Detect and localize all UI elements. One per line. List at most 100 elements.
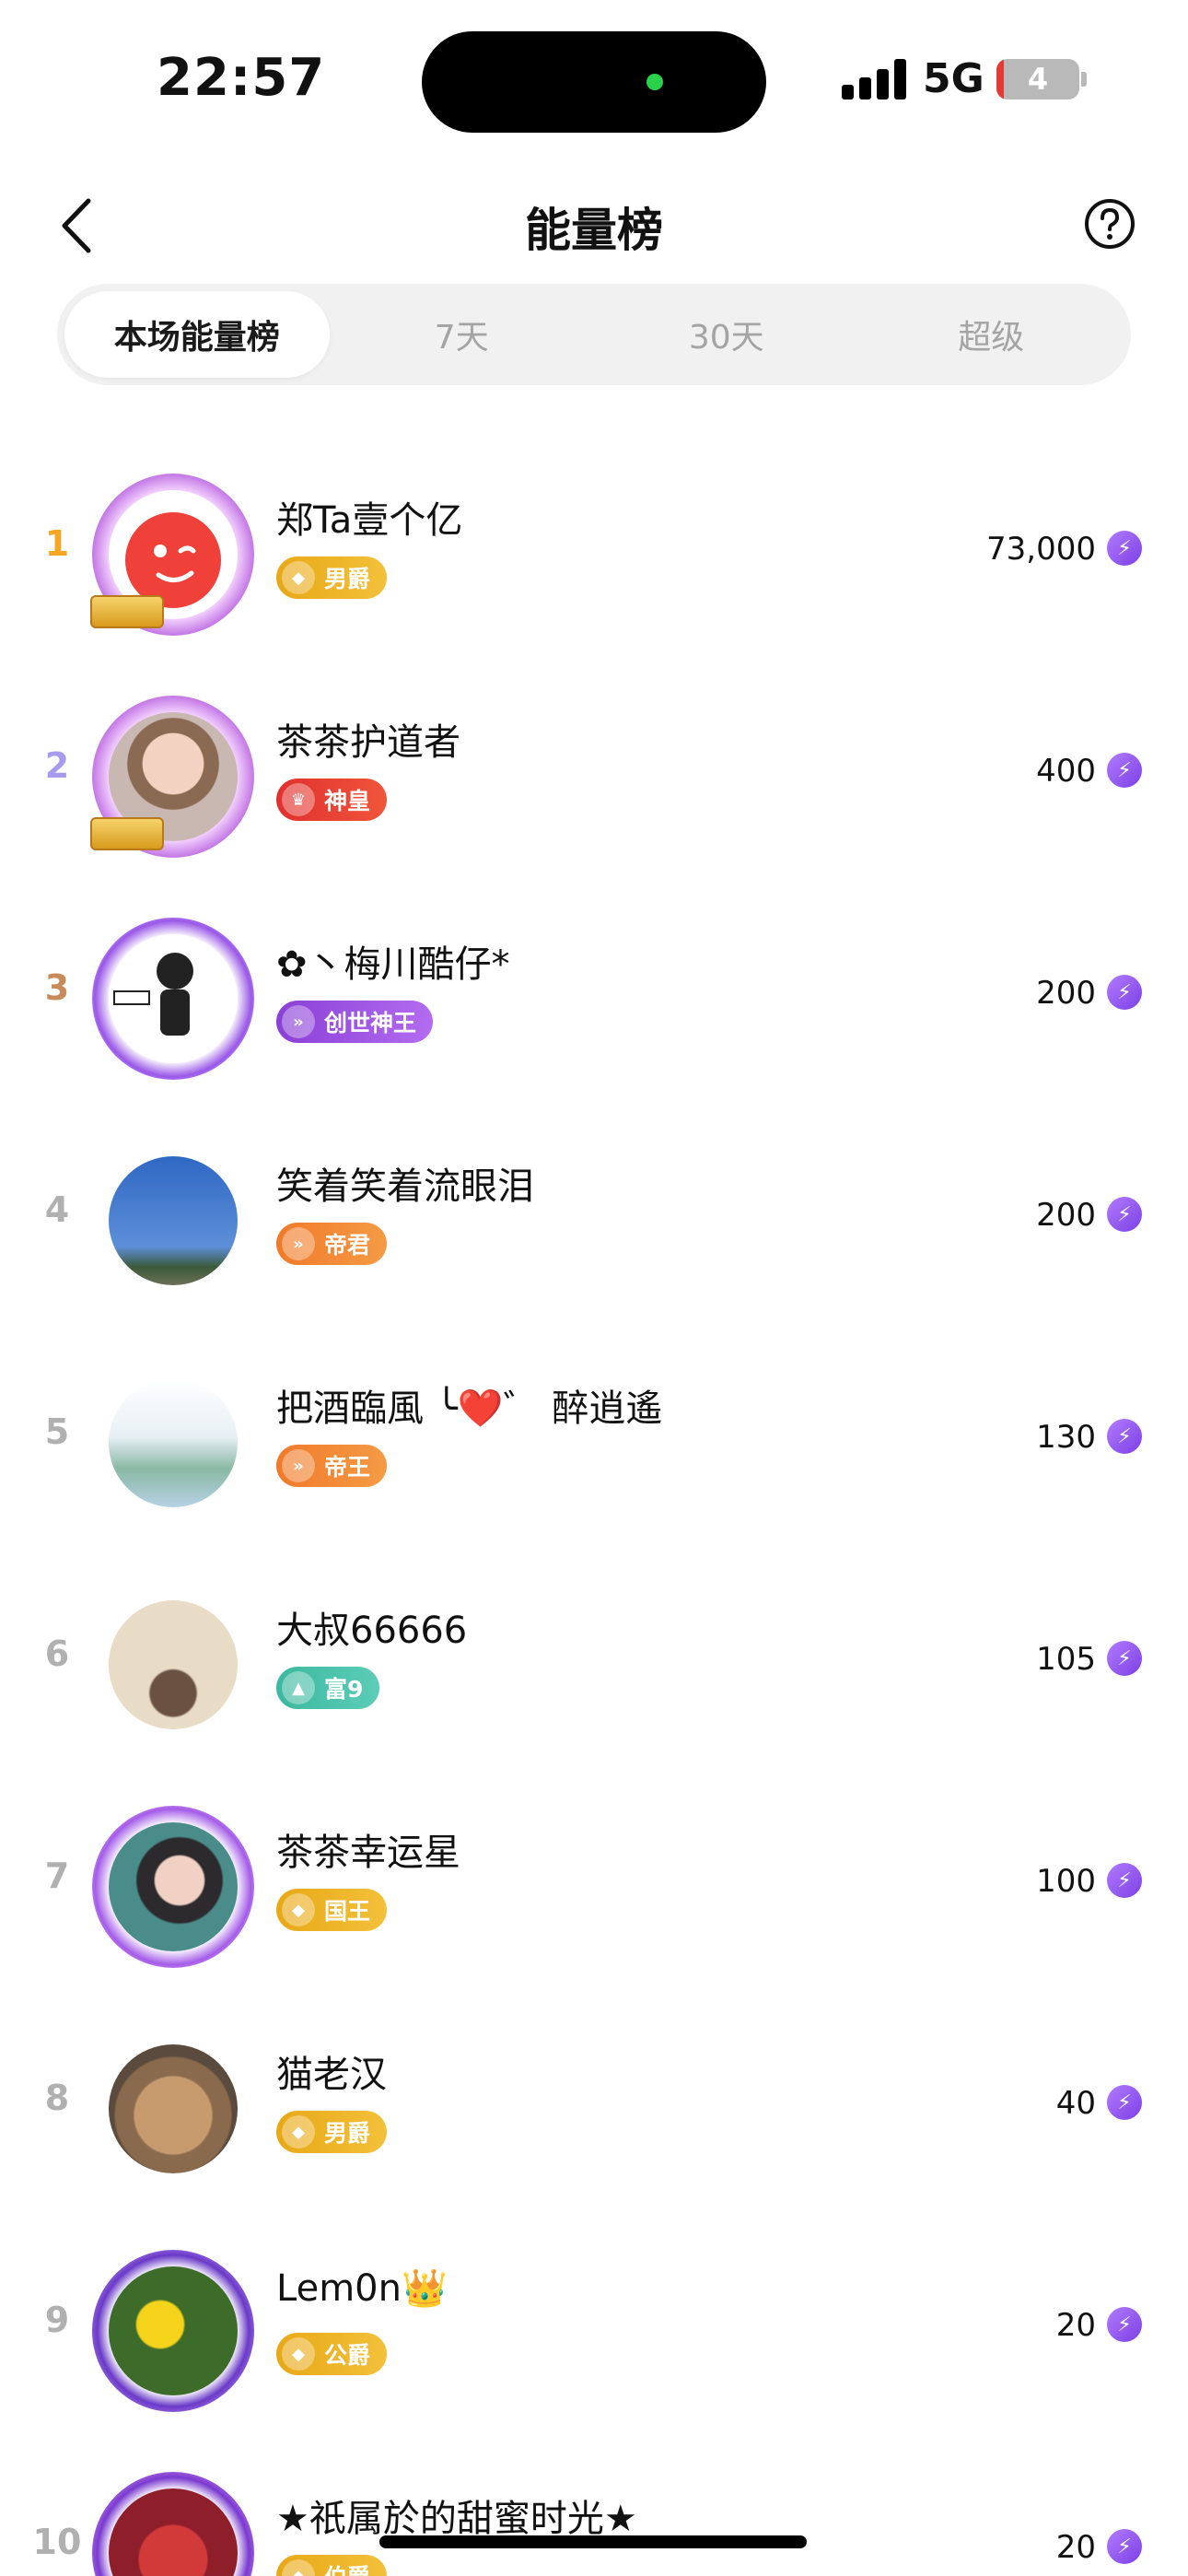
tab-super[interactable]: 超级	[859, 291, 1124, 378]
ranking-row[interactable]: 7 茶茶幸运星 ◆ 国王 100 ⚡	[0, 1774, 1188, 1996]
cat-avatar	[109, 2044, 238, 2173]
calligraphy-avatar	[109, 1378, 238, 1507]
battery-level: 4	[1027, 62, 1049, 97]
energy-score: 105	[1036, 1641, 1096, 1678]
ranking-row[interactable]: 5 把酒臨風 ╰❤️゛ 醉逍遙 » 帝王 130 ⚡	[0, 1330, 1188, 1552]
battery-tip	[1081, 72, 1087, 87]
battery-icon: 4	[996, 59, 1079, 100]
kuzai-cartoon-avatar	[109, 934, 238, 1063]
lightning-bolt-icon: ⚡	[1107, 1197, 1142, 1232]
avatar[interactable]	[92, 1806, 254, 1968]
diamond-icon: ◆	[282, 2115, 315, 2149]
level-badge: ◆ 男爵	[276, 2111, 388, 2153]
avatar[interactable]	[92, 2472, 254, 2576]
home-indicator[interactable]	[379, 2535, 807, 2548]
rank-number: 10	[32, 2522, 82, 2562]
energy-score: 73,000	[986, 531, 1096, 568]
energy-score: 130	[1036, 1419, 1096, 1456]
ranking-row[interactable]: 1 郑Ta壹个亿 ◆ 男爵 73,000 ⚡	[0, 442, 1188, 664]
ranking-row[interactable]: 2 茶茶护道者 ♛ 神皇 400 ⚡	[0, 664, 1188, 886]
rank-number: 4	[44, 1189, 70, 1230]
rank-number: 7	[44, 1856, 70, 1896]
tab-current-session[interactable]: 本场能量榜	[64, 291, 330, 378]
level-badge-label: 创世神王	[324, 1010, 417, 1036]
energy-score: 20	[1055, 2529, 1096, 2566]
level-badge: ♛ 神皇	[276, 779, 388, 821]
level-badge-label: 神皇	[324, 788, 371, 814]
diamond-icon: ◆	[282, 561, 315, 594]
page-title: 能量榜	[525, 204, 663, 257]
ranking-row[interactable]: 10 ★祇属於的甜蜜时光★ ◆ 伯爵 20 ⚡	[0, 2441, 1188, 2576]
level-badge: ◆ 伯爵	[276, 2555, 388, 2576]
ranking-row[interactable]: 3 ✿丶梅川酷仔* » 创世神王 200 ⚡	[0, 886, 1188, 1108]
avatar[interactable]	[92, 1584, 254, 1746]
triangle-rank-icon: ▲	[282, 1671, 315, 1704]
energy-score: 200	[1036, 975, 1096, 1012]
man-text-avatar	[109, 1600, 238, 1729]
diamond-icon: ◆	[282, 1893, 315, 1926]
dandelion-avatar	[109, 2266, 238, 2395]
level-badge-label: 国王	[324, 1898, 371, 1925]
lightning-bolt-icon: ⚡	[1107, 531, 1142, 566]
avatar[interactable]	[90, 474, 254, 636]
tab-30-days[interactable]: 30天	[594, 291, 859, 378]
diamond-icon: ◆	[282, 2337, 315, 2371]
user-name: ★祇属於的甜蜜时光★	[276, 2498, 637, 2540]
user-name: 笑着笑着流眼泪	[276, 1165, 534, 1208]
chevron-rank-icon: »	[282, 1227, 315, 1260]
avatar[interactable]	[92, 1140, 254, 1302]
user-name: 茶茶幸运星	[276, 1832, 460, 1874]
dynamic-island	[422, 31, 766, 133]
diamond-icon: ◆	[282, 2559, 315, 2576]
ranking-row[interactable]: 6 大叔66666 ▲ 富9 105 ⚡	[0, 1552, 1188, 1774]
rank-number: 8	[44, 2078, 70, 2118]
gold-card-badge-icon	[90, 595, 164, 628]
woman-frame-avatar	[109, 1822, 238, 1951]
avatar[interactable]	[92, 1362, 254, 1524]
network-type: 5G	[923, 55, 984, 102]
user-name: Lem0n👑	[276, 2267, 448, 2310]
level-badge: ◆ 公爵	[276, 2333, 388, 2375]
level-badge: » 帝王	[276, 1445, 388, 1487]
rank-number: 5	[44, 1411, 70, 1452]
level-badge-label: 男爵	[324, 566, 371, 592]
lightning-bolt-icon: ⚡	[1107, 753, 1142, 788]
avatar[interactable]	[90, 696, 254, 858]
ranking-row[interactable]: 4 笑着笑着流眼泪 » 帝君 200 ⚡	[0, 1108, 1188, 1330]
chevron-rank-icon: »	[282, 1005, 315, 1038]
period-tabs: 本场能量榜 7天 30天 超级	[57, 284, 1131, 385]
user-name: 大叔66666	[276, 1610, 468, 1652]
avatar[interactable]	[92, 918, 254, 1080]
lightning-bolt-icon: ⚡	[1107, 975, 1142, 1010]
blue-sky-avatar	[109, 1156, 238, 1285]
lightning-bolt-icon: ⚡	[1107, 1419, 1142, 1454]
level-badge-label: 伯爵	[324, 2559, 370, 2576]
level-badge: ▲ 富9	[276, 1667, 380, 1709]
status-bar: 22:57 5G 4	[0, 0, 1188, 157]
ranking-row[interactable]: 9 Lem0n👑 ◆ 公爵 20 ⚡	[0, 2219, 1188, 2441]
rank-number: 2	[44, 745, 70, 786]
user-name: 把酒臨風 ╰❤️゛ 醉逍遙	[276, 1388, 663, 1430]
avatar[interactable]	[92, 2250, 254, 2412]
energy-score: 200	[1036, 1197, 1096, 1234]
lightning-bolt-icon: ⚡	[1107, 1863, 1142, 1898]
tab-7-days[interactable]: 7天	[330, 291, 595, 378]
header: 能量榜	[0, 175, 1188, 276]
avatar[interactable]	[92, 2028, 254, 2190]
energy-score: 400	[1036, 753, 1096, 790]
energy-score: 40	[1055, 2085, 1096, 2122]
ranking-row[interactable]: 8 猫老汉 ◆ 男爵 40 ⚡	[0, 1996, 1188, 2219]
lightning-bolt-icon: ⚡	[1107, 1641, 1142, 1676]
status-time: 22:57	[157, 48, 326, 108]
level-badge: ◆ 男爵	[276, 556, 388, 599]
lightning-bolt-icon: ⚡	[1107, 2307, 1142, 2342]
user-name: 郑Ta壹个亿	[276, 499, 463, 542]
crown-icon: ♛	[282, 783, 315, 816]
level-badge: » 创世神王	[276, 1001, 434, 1043]
help-button[interactable]	[1083, 197, 1136, 251]
ranking-list: 1 郑Ta壹个亿 ◆ 男爵 73,000 ⚡ 2 茶茶护道者 ♛ 神皇 400 …	[0, 442, 1188, 2576]
energy-score: 100	[1036, 1863, 1096, 1900]
rank-number: 3	[44, 967, 70, 1008]
level-badge-label: 男爵	[324, 2120, 371, 2147]
rank-number: 9	[44, 2300, 70, 2340]
